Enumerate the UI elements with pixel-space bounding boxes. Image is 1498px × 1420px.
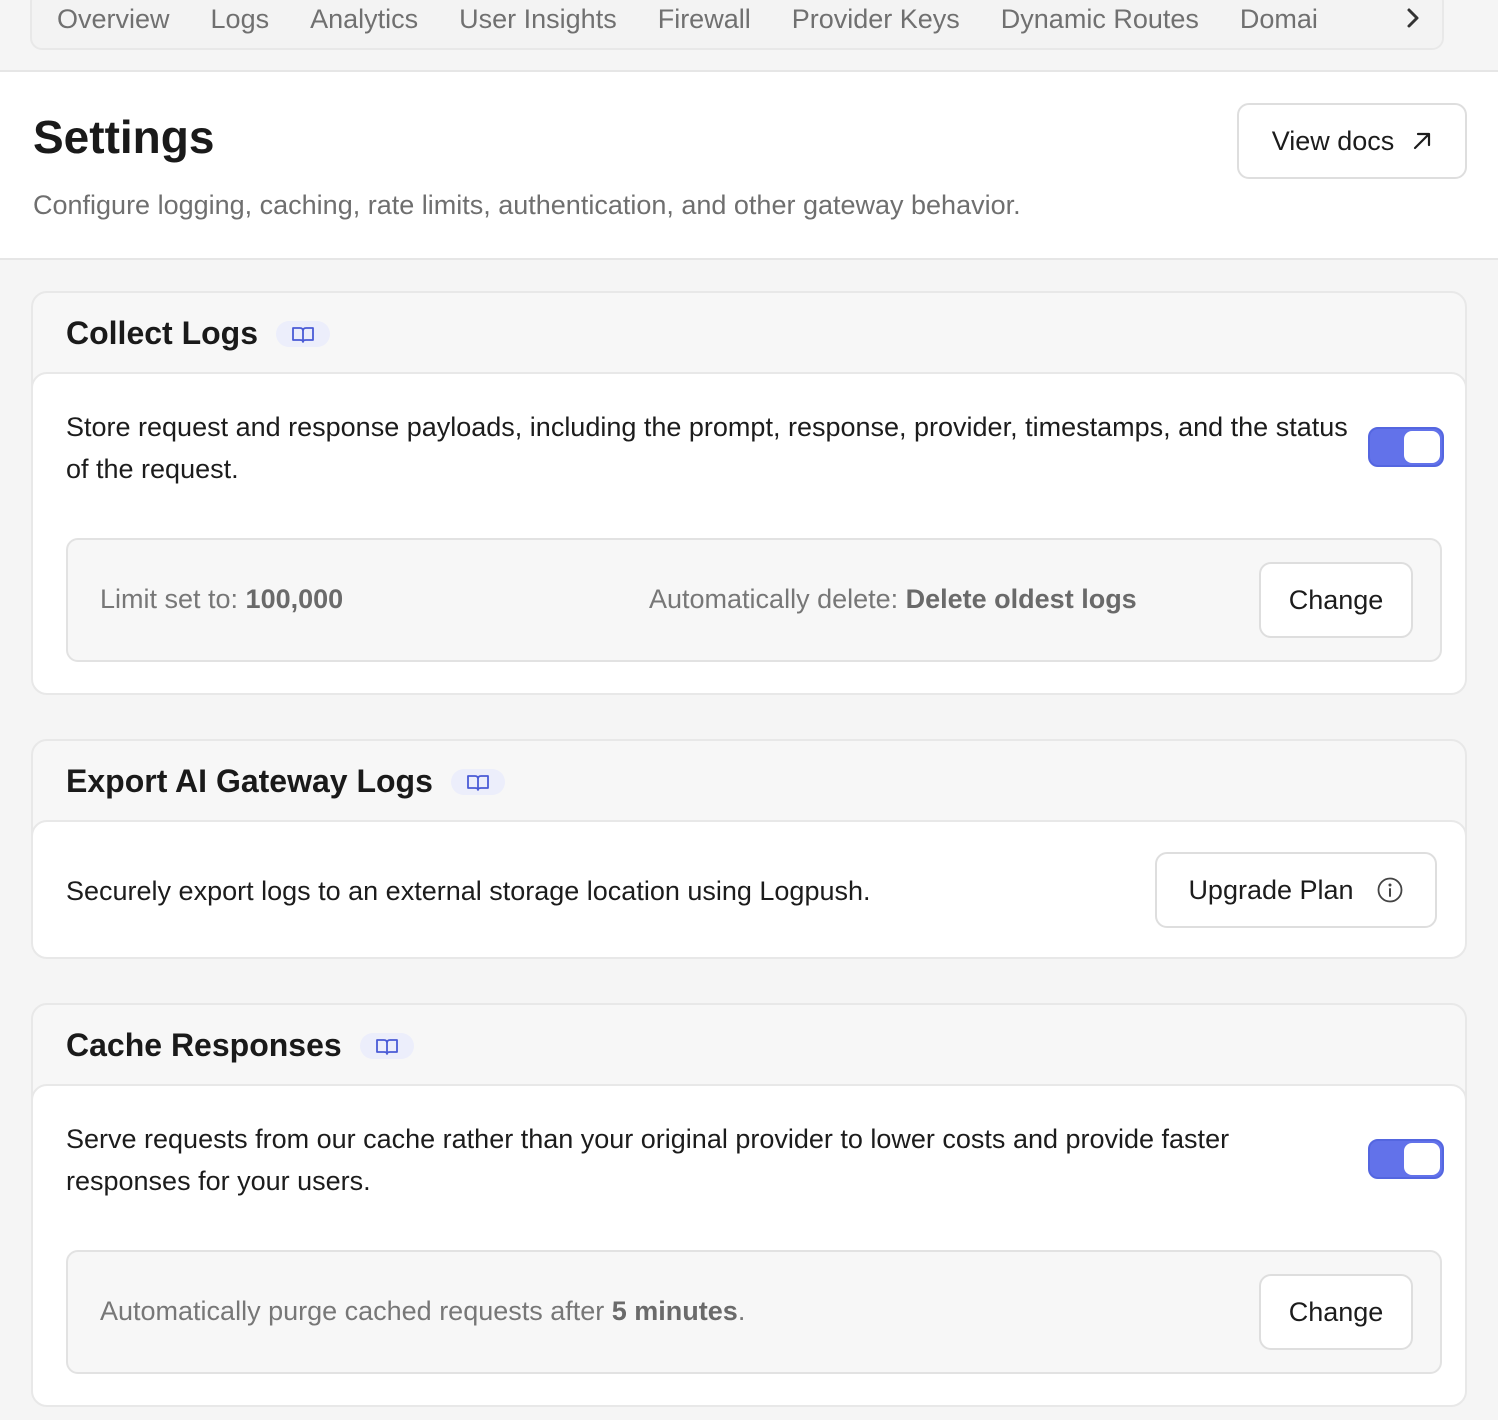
cache-responses-title: Cache Responses bbox=[66, 1027, 414, 1064]
export-logs-body: Securely export logs to an external stor… bbox=[31, 820, 1467, 959]
page-subtitle: Configure logging, caching, rate limits,… bbox=[33, 190, 1021, 220]
auto-delete-value: Delete oldest logs bbox=[905, 584, 1137, 614]
info-icon bbox=[1376, 876, 1404, 904]
tab-dynamic-routes[interactable]: Dynamic Routes bbox=[1001, 5, 1199, 33]
cache-change-button[interactable]: Change bbox=[1259, 1274, 1413, 1350]
auto-delete-label: Automatically delete: bbox=[649, 584, 906, 614]
tab-scroll-right[interactable] bbox=[1352, 0, 1442, 48]
view-docs-button[interactable]: View docs bbox=[1237, 103, 1467, 179]
tab-provider-keys[interactable]: Provider Keys bbox=[792, 5, 960, 33]
tab-analytics[interactable]: Analytics bbox=[310, 5, 418, 33]
tab-logs[interactable]: Logs bbox=[211, 5, 270, 33]
cache-responses-body: Serve requests from our cache rather tha… bbox=[31, 1084, 1467, 1407]
auto-delete-text: Automatically delete: Delete oldest logs bbox=[649, 584, 1137, 615]
export-logs-docs-link[interactable] bbox=[450, 768, 505, 795]
collect-logs-docs-link[interactable] bbox=[276, 320, 331, 347]
log-limit-value: 100,000 bbox=[245, 584, 344, 614]
cache-responses-docs-link[interactable] bbox=[359, 1032, 414, 1059]
log-limit-panel: Limit set to: 100,000 Automatically dele… bbox=[66, 538, 1442, 662]
upgrade-plan-button[interactable]: Upgrade Plan bbox=[1155, 852, 1437, 928]
cache-purge-suffix: . bbox=[737, 1296, 746, 1326]
cache-purge-panel: Automatically purge cached requests afte… bbox=[66, 1250, 1442, 1374]
collect-logs-body: Store request and response payloads, inc… bbox=[31, 372, 1467, 695]
collect-logs-toggle[interactable] bbox=[1368, 427, 1444, 467]
export-logs-title: Export AI Gateway Logs bbox=[66, 763, 505, 800]
page-title: Settings bbox=[33, 111, 215, 163]
arrow-up-right-icon bbox=[1412, 131, 1432, 151]
tab-overview[interactable]: Overview bbox=[57, 5, 170, 33]
cache-purge-prefix: Automatically purge cached requests afte… bbox=[100, 1296, 612, 1326]
tab-domains[interactable]: Domai bbox=[1240, 5, 1318, 33]
cache-purge-value: 5 minutes bbox=[611, 1296, 738, 1326]
chevron-right-icon bbox=[1406, 7, 1420, 34]
log-limit-text: Limit set to: 100,000 bbox=[100, 584, 343, 615]
toggle-knob bbox=[1404, 1143, 1440, 1175]
upgrade-plan-label: Upgrade Plan bbox=[1188, 874, 1354, 905]
collect-logs-card: Collect Logs Store request and response … bbox=[31, 291, 1467, 695]
page-header: Settings Configure logging, caching, rat… bbox=[0, 72, 1498, 260]
cache-responses-card: Cache Responses Serve requests from our … bbox=[31, 1003, 1467, 1407]
tab-user-insights[interactable]: User Insights bbox=[459, 5, 617, 33]
toggle-knob bbox=[1404, 431, 1440, 463]
collect-logs-title: Collect Logs bbox=[66, 315, 331, 352]
view-docs-label: View docs bbox=[1271, 125, 1395, 156]
export-logs-title-text: Export AI Gateway Logs bbox=[66, 763, 433, 799]
book-icon bbox=[375, 1027, 399, 1064]
collect-logs-title-text: Collect Logs bbox=[66, 315, 259, 351]
collect-logs-description: Store request and response payloads, inc… bbox=[66, 412, 1348, 484]
log-limit-label: Limit set to: bbox=[100, 584, 246, 614]
cache-responses-description: Serve requests from our cache rather tha… bbox=[66, 1124, 1230, 1196]
export-logs-card: Export AI Gateway Logs Securely export l… bbox=[31, 739, 1467, 959]
tab-firewall[interactable]: Firewall bbox=[658, 5, 751, 33]
book-icon bbox=[466, 763, 490, 800]
collect-logs-change-button[interactable]: Change bbox=[1259, 562, 1413, 638]
cache-responses-title-text: Cache Responses bbox=[66, 1027, 342, 1063]
cache-responses-toggle[interactable] bbox=[1368, 1139, 1444, 1179]
book-icon bbox=[291, 315, 315, 352]
tab-strip: Overview Logs Analytics User Insights Fi… bbox=[30, 0, 1444, 50]
cache-purge-text: Automatically purge cached requests afte… bbox=[100, 1296, 745, 1327]
top-nav-bar: Overview Logs Analytics User Insights Fi… bbox=[0, 0, 1498, 72]
